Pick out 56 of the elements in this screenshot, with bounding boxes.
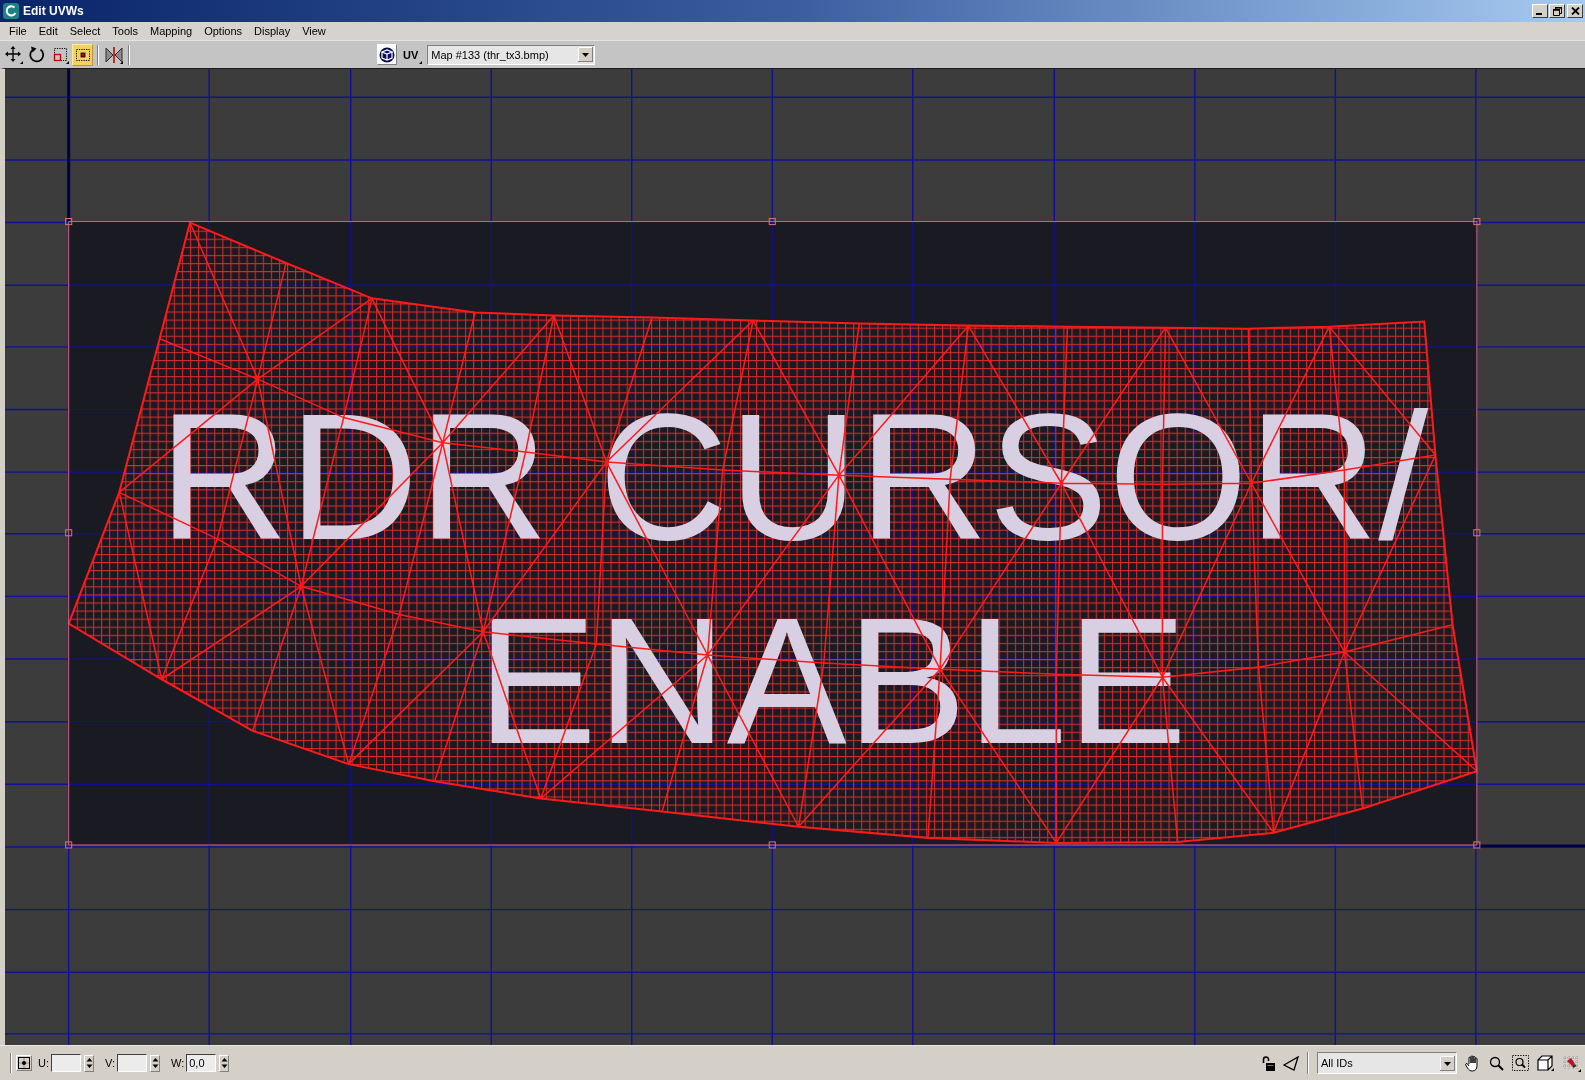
menu-item[interactable]: Select (63, 25, 107, 37)
coordinate-field[interactable] (117, 1054, 147, 1072)
coordinate-label: W: (171, 1057, 185, 1069)
sphere-icon (379, 46, 395, 63)
zoom-region-icon[interactable] (1512, 1055, 1529, 1071)
selection-handle[interactable] (1473, 841, 1481, 849)
close-button[interactable] (1567, 4, 1583, 18)
close-icon (1570, 7, 1580, 15)
menu-item[interactable]: Mapping (143, 25, 199, 37)
dropdown-arrow-icon (578, 47, 594, 62)
square-dot-icon (18, 1057, 30, 1069)
dropdown-arrow-icon (1440, 1055, 1455, 1071)
menu-item[interactable]: View (296, 25, 332, 37)
magnet-grid-icon[interactable] (1562, 1054, 1581, 1072)
uv-button[interactable]: UV (399, 44, 424, 65)
spinner-button[interactable] (219, 1054, 230, 1072)
selection-handle[interactable] (1473, 529, 1481, 537)
selection-handle[interactable] (65, 841, 73, 849)
coordinate-label: V: (105, 1057, 115, 1069)
minimize-button[interactable] (1532, 4, 1548, 18)
transform-mode-button[interactable] (16, 1055, 32, 1071)
triangle-icon[interactable] (1283, 1055, 1299, 1071)
restore-icon (1552, 6, 1562, 16)
menu-item[interactable]: File (3, 25, 33, 37)
mirror-icon (104, 45, 123, 64)
selection-handle[interactable] (768, 218, 776, 226)
menu-item[interactable]: Options (198, 25, 249, 37)
spinner-button[interactable] (84, 1054, 94, 1072)
selection-handle[interactable] (1473, 218, 1481, 226)
menu-item[interactable]: Tools (106, 25, 144, 37)
menu-item[interactable]: Display (248, 25, 297, 37)
spinner-button[interactable] (150, 1054, 160, 1072)
four-arrows-icon (4, 45, 23, 64)
padlock-icon[interactable] (1262, 1055, 1275, 1071)
flyout-triangle-icon (419, 60, 423, 64)
window-title: Edit UVWs (23, 4, 84, 18)
up-down-arrows-icon (151, 1057, 159, 1069)
coordinate-field[interactable]: 0,0 (186, 1054, 217, 1072)
app-logo-icon (3, 3, 19, 19)
rotate-icon (27, 45, 46, 64)
up-down-arrows-icon (220, 1057, 228, 1069)
cube-icon[interactable] (1537, 1055, 1554, 1071)
selection-handle[interactable] (768, 841, 776, 849)
freeform-tool-button[interactable] (72, 43, 93, 66)
restore-button[interactable] (1549, 4, 1565, 18)
selection-handle[interactable] (65, 218, 73, 226)
hand-icon[interactable] (1465, 1054, 1481, 1072)
map-dropdown[interactable]: Map #133 (thr_tx3.bmp) (427, 44, 596, 65)
up-down-arrows-icon (85, 1057, 93, 1069)
menu-item[interactable]: Edit (32, 25, 64, 37)
coordinate-label: U: (38, 1057, 49, 1069)
show-map-button[interactable] (377, 44, 397, 65)
magnifier-icon[interactable] (1489, 1055, 1504, 1071)
ids-dropdown[interactable]: All IDs (1317, 1052, 1457, 1074)
coordinate-field[interactable] (51, 1054, 81, 1072)
selection-handle[interactable] (65, 529, 73, 537)
